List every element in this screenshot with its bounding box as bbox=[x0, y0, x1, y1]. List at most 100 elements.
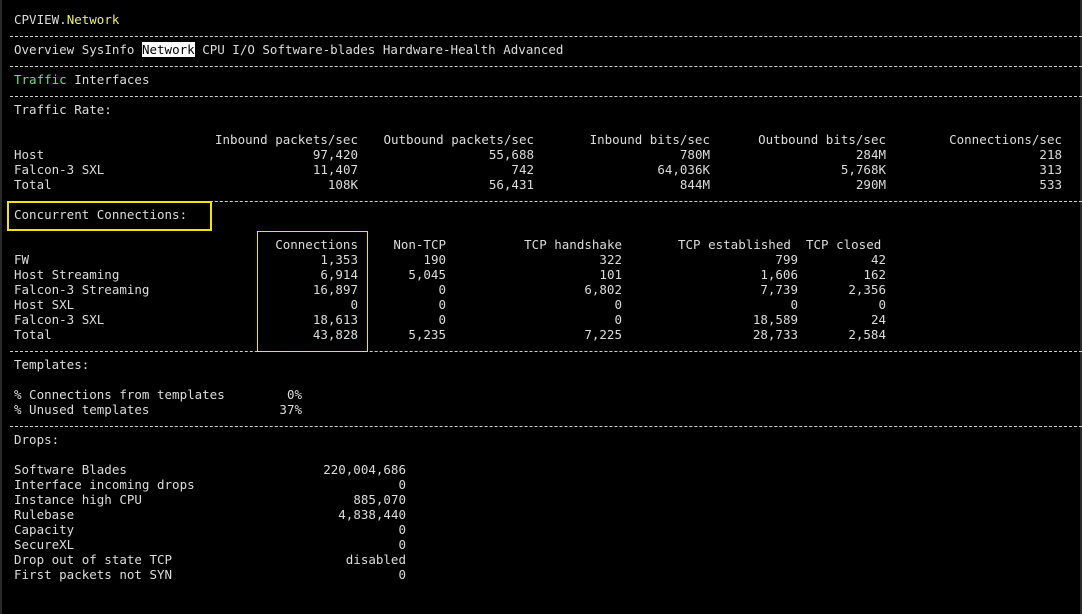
row-label: First packets not SYN bbox=[14, 567, 173, 582]
table-cell: 844M bbox=[679, 177, 710, 192]
menu-network[interactable]: Network bbox=[141, 42, 195, 57]
table-cell: 97,420 bbox=[312, 147, 358, 162]
table-cell: 2,356 bbox=[848, 282, 886, 297]
row-label: Instance high CPU bbox=[14, 492, 142, 507]
table-cell: 780M bbox=[679, 147, 710, 162]
table-cell: 42 bbox=[870, 252, 886, 267]
menu-advanced[interactable]: Advanced bbox=[503, 42, 563, 57]
row-label: % Connections from templates bbox=[14, 387, 225, 402]
row-label: Host bbox=[14, 147, 45, 162]
table-cell: 5,235 bbox=[408, 327, 446, 342]
table-cell: 11,407 bbox=[312, 162, 358, 177]
concurrent-connections-heading: Concurrent Connections: bbox=[14, 207, 188, 222]
table-cell: 43,828 bbox=[312, 327, 358, 342]
table-cell: 313 bbox=[1039, 162, 1062, 177]
left-border bbox=[0, 0, 2, 614]
row-label: Falcon-3 SXL bbox=[14, 312, 105, 327]
col-connections: Connections bbox=[275, 237, 358, 252]
col-outbound-bits: Outbound bits/sec bbox=[758, 132, 886, 147]
separator bbox=[10, 66, 1082, 67]
table-cell: 220,004,686 bbox=[323, 462, 406, 477]
table-cell: disabled bbox=[345, 552, 406, 567]
row-label: FW bbox=[14, 252, 30, 267]
table-cell: 0 bbox=[878, 297, 886, 312]
row-label: Total bbox=[14, 177, 52, 192]
col-non-tcp: Non-TCP bbox=[393, 237, 446, 252]
col-connections-per-sec: Connections/sec bbox=[949, 132, 1062, 147]
row-label: Host Streaming bbox=[14, 267, 120, 282]
table-cell: 24 bbox=[870, 312, 886, 327]
table-cell: 0 bbox=[790, 297, 798, 312]
table-cell: 218 bbox=[1039, 147, 1062, 162]
table-cell: 0 bbox=[398, 477, 406, 492]
title-app: CPVIEW bbox=[14, 12, 60, 27]
table-cell: 742 bbox=[511, 162, 534, 177]
table-cell: 101 bbox=[599, 267, 622, 282]
table-cell: 18,613 bbox=[312, 312, 358, 327]
separator bbox=[10, 351, 1082, 352]
table-cell: 6,914 bbox=[320, 267, 358, 282]
tab-interfaces[interactable]: Interfaces bbox=[74, 72, 149, 87]
table-cell: 0 bbox=[398, 537, 406, 552]
table-cell: 37% bbox=[279, 402, 302, 417]
table-cell: 0 bbox=[614, 312, 622, 327]
table-cell: 1,353 bbox=[320, 252, 358, 267]
separator bbox=[10, 96, 1082, 97]
table-cell: 108K bbox=[327, 177, 358, 192]
table-cell: 18,589 bbox=[752, 312, 798, 327]
row-label: Falcon-3 Streaming bbox=[14, 282, 150, 297]
menu-io[interactable]: I/O bbox=[232, 42, 255, 57]
table-cell: 55,688 bbox=[488, 147, 534, 162]
table-cell: 0 bbox=[614, 297, 622, 312]
table-cell: 6,802 bbox=[584, 282, 622, 297]
table-cell: 885,070 bbox=[353, 492, 406, 507]
table-cell: 799 bbox=[775, 252, 798, 267]
separator bbox=[10, 426, 1082, 427]
menu-cpu[interactable]: CPU bbox=[202, 42, 225, 57]
table-cell: 2,584 bbox=[848, 327, 886, 342]
row-label: Host SXL bbox=[14, 297, 75, 312]
tab-traffic[interactable]: Traffic bbox=[14, 72, 67, 87]
row-label: Interface incoming drops bbox=[14, 477, 195, 492]
col-tcp-closed: TCP closed bbox=[806, 237, 882, 252]
table-cell: 0 bbox=[438, 297, 446, 312]
table-cell: 0 bbox=[350, 297, 358, 312]
table-cell: 56,431 bbox=[488, 177, 534, 192]
title-view: Network bbox=[66, 12, 120, 27]
row-label: Capacity bbox=[14, 522, 75, 537]
table-cell: 7,225 bbox=[584, 327, 622, 342]
col-tcp-handshake: TCP handshake bbox=[524, 237, 622, 252]
window-title: CPVIEW.Network bbox=[14, 12, 120, 27]
menu-overview[interactable]: Overview bbox=[14, 42, 74, 57]
separator bbox=[10, 36, 1082, 37]
templates-heading: Templates: bbox=[14, 357, 90, 372]
col-outbound-packets: Outbound packets/sec bbox=[383, 132, 534, 147]
drops-heading: Drops: bbox=[14, 432, 60, 447]
table-cell: 0 bbox=[398, 567, 406, 582]
table-cell: 190 bbox=[423, 252, 446, 267]
table-cell: 5,768K bbox=[840, 162, 886, 177]
col-inbound-bits: Inbound bits/sec bbox=[589, 132, 710, 147]
table-cell: 0 bbox=[438, 312, 446, 327]
table-cell: 322 bbox=[599, 252, 622, 267]
table-cell: 5,045 bbox=[408, 267, 446, 282]
table-cell: 0% bbox=[286, 387, 302, 402]
row-label: Falcon-3 SXL bbox=[14, 162, 105, 177]
main-menu: Overview SysInfo Network CPU I/O Softwar… bbox=[14, 42, 563, 57]
row-label: SecureXL bbox=[14, 537, 75, 552]
menu-sysinfo[interactable]: SysInfo bbox=[82, 42, 135, 57]
row-label: Software Blades bbox=[14, 462, 127, 477]
table-cell: 7,739 bbox=[760, 282, 798, 297]
table-cell: 28,733 bbox=[752, 327, 798, 342]
table-cell: 290M bbox=[855, 177, 886, 192]
table-cell: 4,838,440 bbox=[338, 507, 406, 522]
table-cell: 16,897 bbox=[312, 282, 358, 297]
sub-menu: Traffic Interfaces bbox=[14, 72, 149, 87]
menu-software-blades[interactable]: Software-blades bbox=[262, 42, 375, 57]
traffic-rate-heading: Traffic Rate: bbox=[14, 102, 112, 117]
row-label: Drop out of state TCP bbox=[14, 552, 173, 567]
table-cell: 0 bbox=[438, 282, 446, 297]
col-tcp-established: TCP established bbox=[678, 237, 791, 252]
menu-hardware-health[interactable]: Hardware-Health bbox=[383, 42, 496, 57]
table-cell: 162 bbox=[863, 267, 886, 282]
